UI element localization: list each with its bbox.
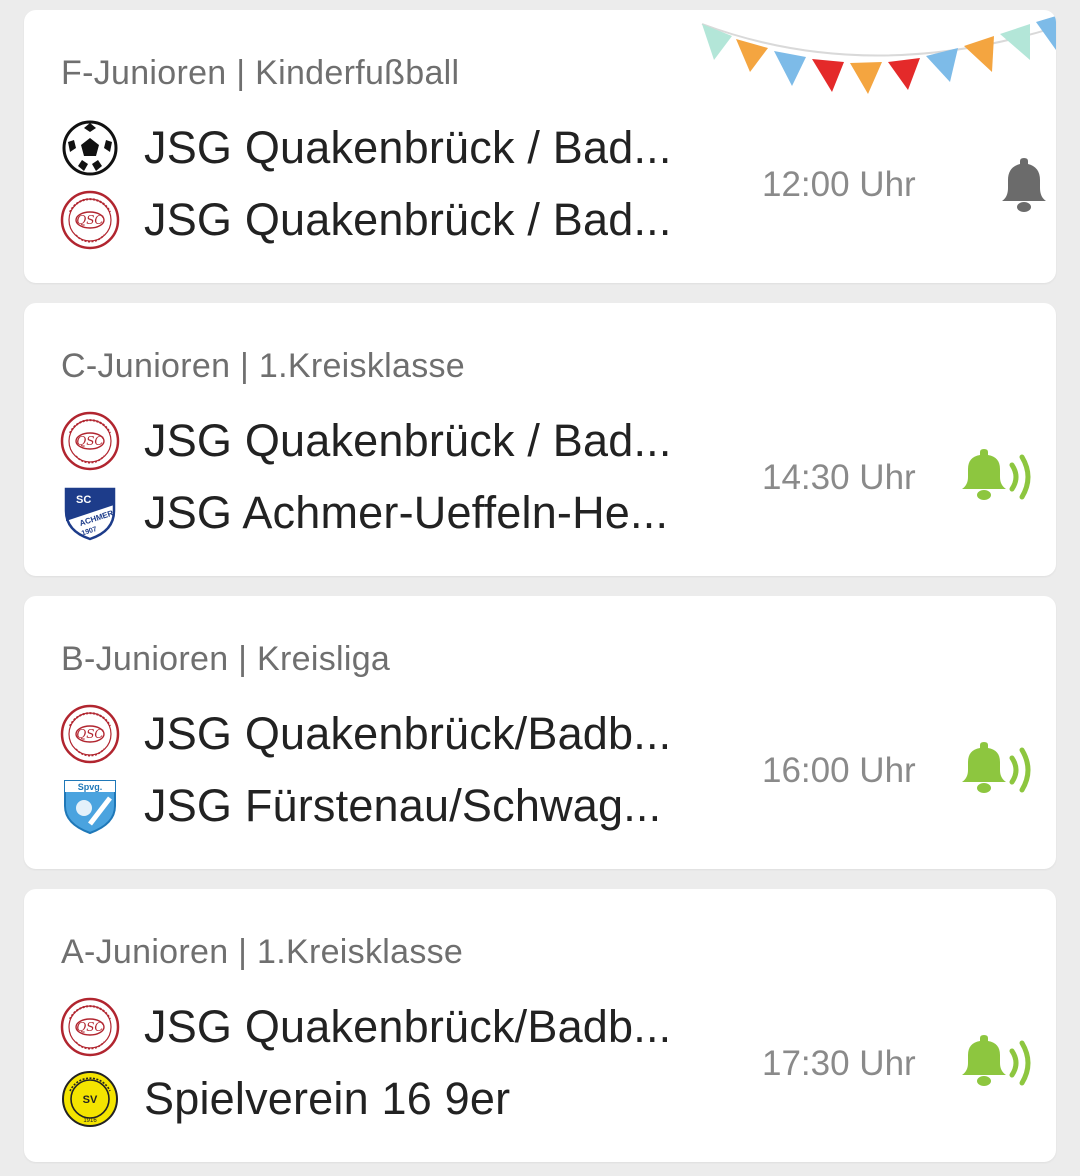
kickoff-time: 17:30 Uhr (762, 1044, 916, 1083)
spvg-fuerstenau-crest-icon (60, 776, 120, 836)
bunting-garland (701, 16, 1056, 94)
away-team: JSG Fürstenau/Schwag... (60, 774, 680, 838)
match-card[interactable]: B-Junioren | Kreisliga JSG Quakenbrück/B… (24, 596, 1056, 869)
home-team-name: JSG Quakenbrück/Badb... (144, 708, 672, 759)
kickoff-time: 12:00 Uhr (762, 165, 916, 204)
away-team: JSG Quakenbrück / Bad... (60, 188, 680, 252)
home-team: JSG Quakenbrück/Badb... (60, 995, 680, 1059)
league-title: C-Junioren | 1.Kreisklasse (61, 347, 466, 385)
away-team-name: Spielverein 16 9er (144, 1073, 511, 1124)
league-title: B-Junioren | Kreisliga (61, 640, 391, 678)
home-team-name: JSG Quakenbrück/Badb... (144, 1001, 672, 1052)
league-title: F-Junioren | Kinderfußball (61, 54, 460, 92)
away-team-name: JSG Fürstenau/Schwag... (144, 780, 662, 831)
qsc-crest-icon (60, 704, 120, 764)
qsc-crest-icon (60, 411, 120, 471)
away-team-name: JSG Achmer-Ueffeln-He... (144, 487, 669, 538)
away-team-name: JSG Quakenbrück / Bad... (144, 194, 672, 245)
home-team: JSG Quakenbrück / Bad... (60, 409, 680, 473)
spielverein-16-crest-icon (60, 1069, 120, 1129)
bell-off-icon[interactable] (954, 156, 1054, 216)
kickoff-time: 14:30 Uhr (762, 458, 916, 497)
match-card[interactable]: C-Junioren | 1.Kreisklasse JSG Quakenbrü… (24, 303, 1056, 576)
match-card[interactable]: F-Junioren | Kinderfußball JSG Quakenbrü… (24, 10, 1056, 283)
match-list-screen: { "matches": [ { "league": "F-Junioren |… (0, 0, 1080, 1176)
qsc-crest-icon (60, 997, 120, 1057)
bell-ringing-icon[interactable] (954, 740, 1054, 800)
qsc-crest-icon (60, 190, 120, 250)
bell-ringing-icon[interactable] (954, 1033, 1054, 1093)
away-team: JSG Achmer-Ueffeln-He... (60, 481, 680, 545)
kickoff-time: 16:00 Uhr (762, 751, 916, 790)
league-title: A-Junioren | 1.Kreisklasse (61, 933, 464, 971)
sc-achmer-crest-icon (60, 483, 120, 543)
home-team-name: JSG Quakenbrück / Bad... (144, 415, 672, 466)
away-team: Spielverein 16 9er (60, 1067, 680, 1131)
home-team: JSG Quakenbrück/Badb... (60, 702, 680, 766)
home-team-name: JSG Quakenbrück / Bad... (144, 122, 672, 173)
match-card[interactable]: A-Junioren | 1.Kreisklasse JSG Quakenbrü… (24, 889, 1056, 1162)
home-team: JSG Quakenbrück / Bad... (60, 116, 680, 180)
soccer-ball-icon (60, 118, 120, 178)
bell-ringing-icon[interactable] (954, 447, 1054, 507)
